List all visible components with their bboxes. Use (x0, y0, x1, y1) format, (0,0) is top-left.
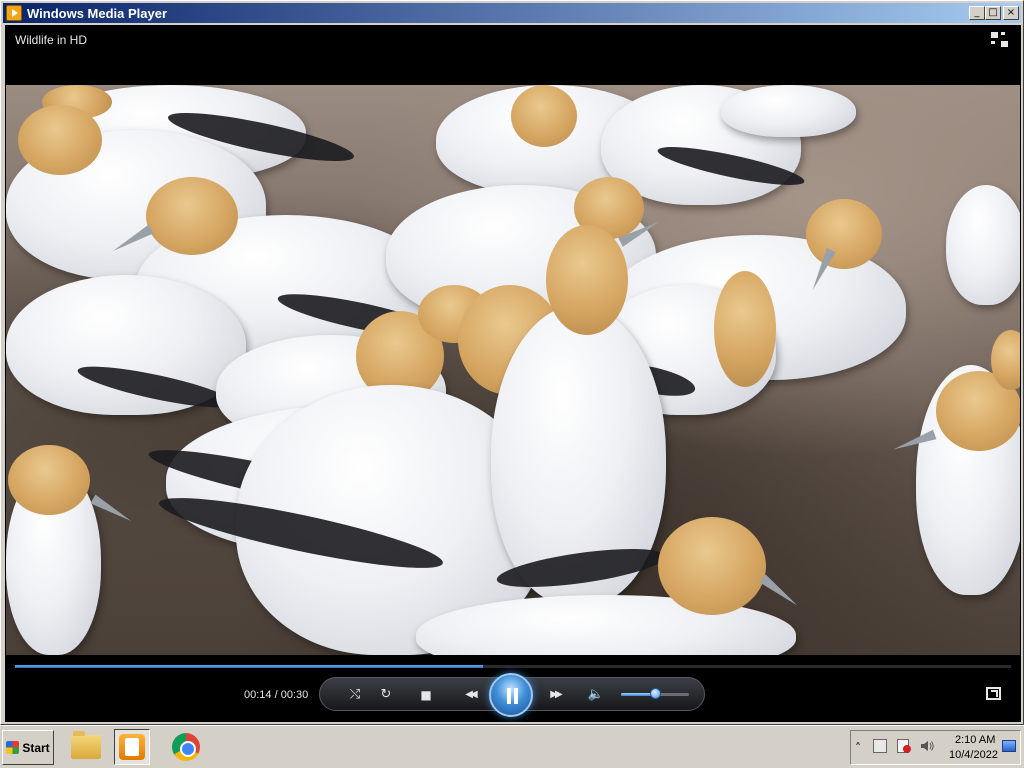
seek-bar-fill (15, 665, 484, 668)
gannet-head (714, 271, 776, 387)
previous-icon[interactable]: ◀◀ (455, 685, 485, 705)
gannet-head (511, 85, 577, 147)
start-button[interactable]: Start (2, 730, 54, 765)
view-full-screen-icon[interactable] (986, 687, 1001, 700)
media-player-icon (119, 734, 145, 760)
stop-icon[interactable]: ■ (416, 685, 436, 705)
pause-button[interactable] (489, 673, 533, 717)
close-button[interactable]: × (1003, 6, 1019, 20)
clock-date[interactable]: 10/4/2022 (949, 749, 998, 761)
title-bar[interactable]: Windows Media Player _ □ × (3, 3, 1021, 23)
player-area: Wildlife in HD 00:14 / 00:30 ⤭ ↻ ■ ◀◀ ▶▶… (5, 25, 1021, 722)
minimize-button[interactable]: _ (969, 6, 985, 20)
volume-slider-knob[interactable] (650, 688, 661, 699)
gannet (721, 85, 856, 137)
system-tray: ˄ 2:10 AM 10/4/2022 (850, 730, 1021, 765)
taskbar-file-explorer[interactable] (68, 729, 104, 765)
show-desktop-icon[interactable] (1002, 740, 1016, 752)
wmp-app-icon[interactable] (6, 5, 22, 21)
gannet-head (18, 105, 102, 175)
speaker-icon[interactable] (919, 738, 934, 754)
media-title: Wildlife in HD (15, 33, 88, 47)
pause-icon (506, 688, 520, 704)
gannet-head (806, 199, 882, 269)
gannet-head (546, 225, 628, 335)
taskbar: Start ˄ 2:10 AM 10/4/2022 (0, 725, 1024, 768)
show-hidden-icons-chevron-icon[interactable]: ˄ (855, 741, 861, 755)
volume-icon[interactable]: 🔈 (586, 685, 606, 705)
network-icon[interactable] (873, 739, 887, 753)
clock-time[interactable]: 2:10 AM (955, 734, 995, 746)
taskbar-windows-media-player[interactable] (114, 729, 150, 765)
shuffle-icon[interactable]: ⤭ (345, 685, 365, 705)
video-frame[interactable] (6, 85, 1020, 655)
next-icon[interactable]: ▶▶ (540, 685, 570, 705)
chrome-icon (172, 733, 200, 761)
seek-bar[interactable] (15, 665, 1011, 668)
maximize-button[interactable]: □ (985, 6, 1001, 20)
media-player-window: Windows Media Player _ □ × Wildlife in H… (0, 0, 1024, 725)
start-label: Start (22, 740, 50, 755)
switch-to-library-icon[interactable] (991, 32, 1009, 48)
repeat-icon[interactable]: ↻ (376, 685, 396, 705)
folder-icon (71, 731, 101, 759)
gannet-head (8, 445, 90, 515)
gannet-head (658, 517, 766, 615)
time-display: 00:14 / 00:30 (244, 689, 309, 701)
window-controls: _ □ × (969, 6, 1019, 20)
windows-logo-icon (6, 741, 20, 754)
gannet-head (146, 177, 238, 255)
gannet (946, 185, 1020, 305)
taskbar-google-chrome[interactable] (168, 729, 204, 765)
alert-badge-icon (903, 745, 911, 753)
window-title: Windows Media Player (27, 5, 168, 21)
